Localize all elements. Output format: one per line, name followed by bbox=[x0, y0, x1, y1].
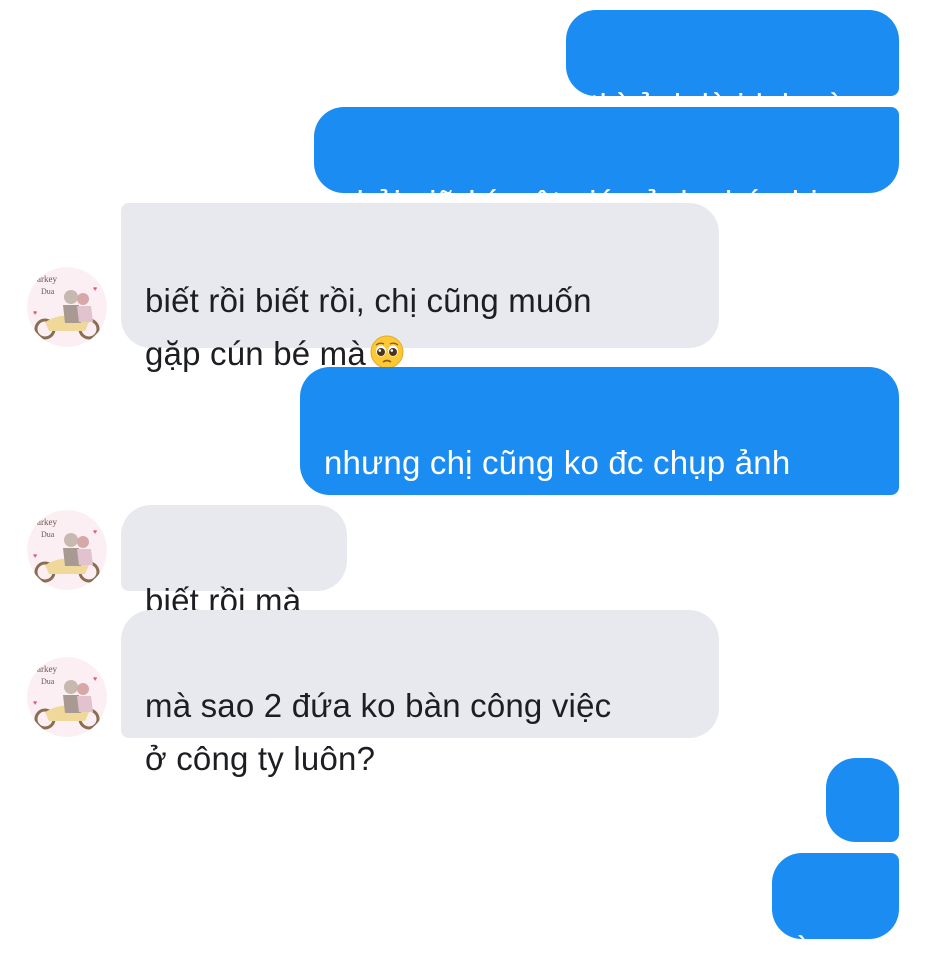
avatar-caption-2: Dua bbox=[41, 530, 55, 539]
contact-avatar[interactable]: arkey Dua ♥ ♥ bbox=[27, 510, 107, 590]
svg-text:♥: ♥ bbox=[93, 529, 97, 536]
message-sent[interactable]: ... bbox=[826, 758, 899, 870]
message-text: biết rồi biết rồi, chị cũng muốn gặp cún… bbox=[145, 282, 592, 372]
avatar-caption-1: arkey bbox=[37, 517, 57, 527]
message-sent[interactable]: nhưng chị cũng ko đc chụp ảnh nữa nhé? bbox=[300, 367, 899, 534]
svg-text:♥: ♥ bbox=[93, 286, 97, 293]
contact-avatar[interactable]: arkey Dua ♥ ♥ bbox=[27, 267, 107, 347]
svg-text:♥: ♥ bbox=[33, 310, 37, 317]
message-received[interactable]: mà sao 2 đứa ko bàn công việc ở công ty … bbox=[121, 610, 719, 777]
message-text: ờm... bbox=[794, 930, 872, 967]
avatar-caption-1: arkey bbox=[37, 664, 57, 674]
avatar-caption-1: arkey bbox=[37, 274, 57, 284]
message-text: mà sao 2 đứa ko bàn công việc ở công ty … bbox=[145, 687, 612, 777]
svg-text:♥: ♥ bbox=[33, 553, 37, 560]
message-received[interactable]: biết rồi mà bbox=[121, 505, 347, 619]
message-received[interactable]: biết rồi biết rồi, chị cũng muốn gặp cún… bbox=[121, 203, 719, 372]
svg-text:♥: ♥ bbox=[93, 676, 97, 683]
avatar-illustration: arkey Dua ♥ ♥ bbox=[27, 510, 107, 590]
avatar-caption-2: Dua bbox=[41, 287, 55, 296]
message-sent[interactable]: thì ảnh là idol mà bbox=[566, 10, 899, 124]
svg-text:♥: ♥ bbox=[33, 700, 37, 707]
avatar-caption-2: Dua bbox=[41, 677, 55, 686]
message-text: nhưng chị cũng ko đc chụp ảnh nữa nhé? bbox=[324, 444, 791, 534]
avatar-illustration: arkey Dua ♥ ♥ bbox=[27, 657, 107, 737]
contact-avatar[interactable]: arkey Dua ♥ ♥ bbox=[27, 657, 107, 737]
message-sent[interactable]: phải giữ bí mật giúp ảnh chứ chị bbox=[314, 107, 899, 221]
message-sent[interactable]: ờm... bbox=[772, 853, 899, 967]
avatar-illustration: arkey Dua ♥ ♥ bbox=[27, 267, 107, 347]
